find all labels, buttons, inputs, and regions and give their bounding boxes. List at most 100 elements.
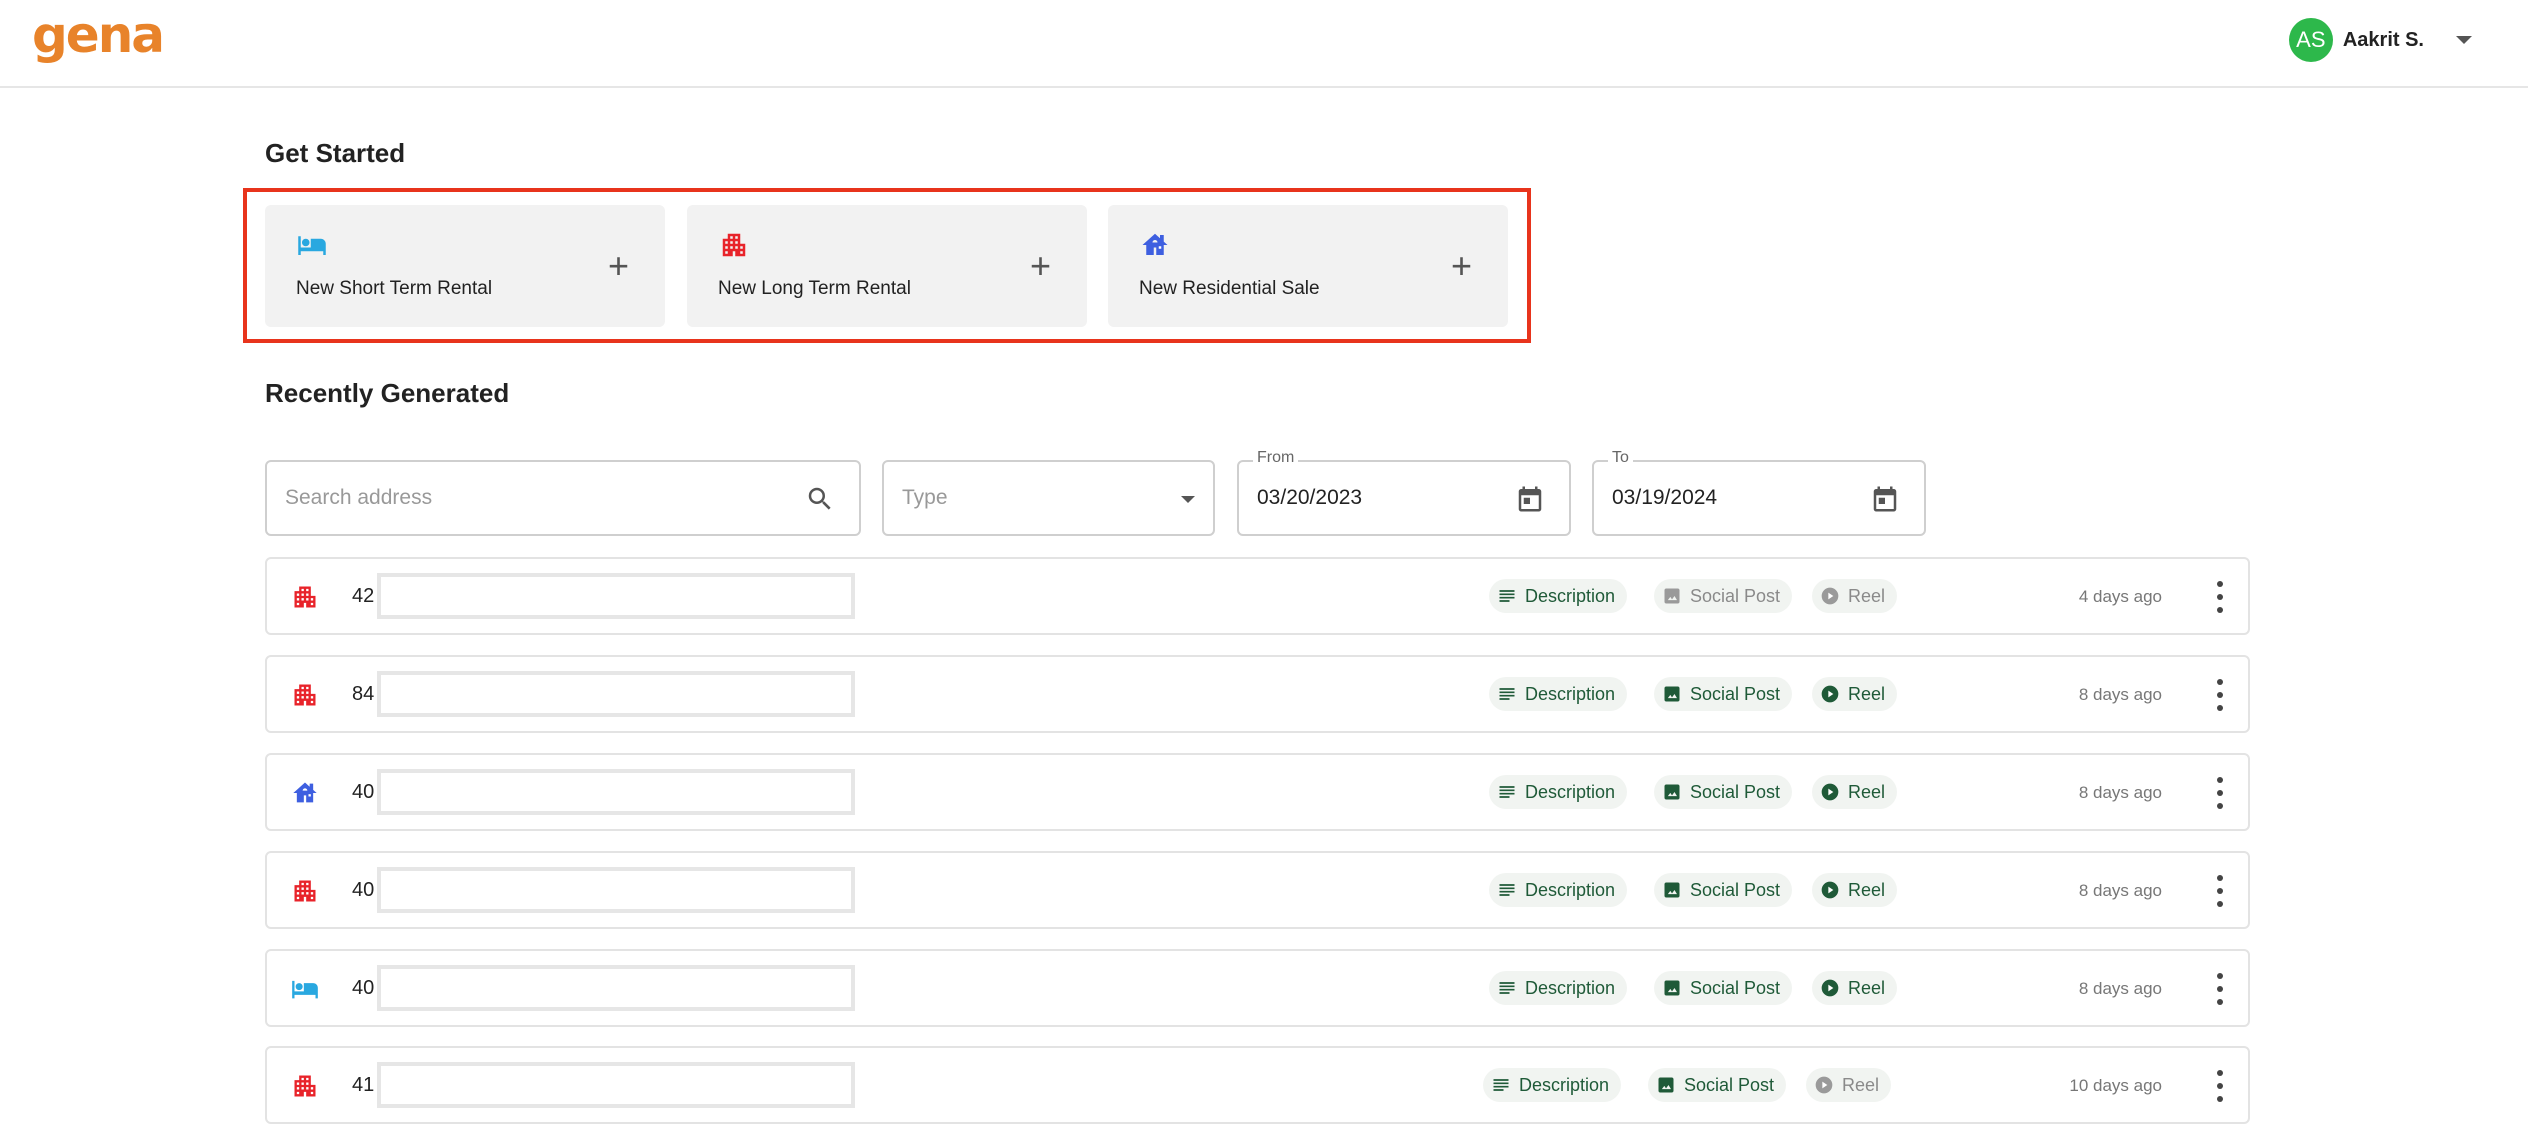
chip-label: Reel: [1848, 683, 1886, 704]
chip-label: Reel: [1848, 585, 1886, 606]
chip-label: Social Post: [1690, 585, 1781, 606]
chip-label: Social Post: [1690, 977, 1781, 998]
image-icon: [1658, 1077, 1674, 1093]
plus-icon[interactable]: +: [1030, 245, 1051, 287]
description-chip[interactable]: Description: [1489, 579, 1628, 613]
chip-label: Social Post: [1690, 781, 1781, 802]
list-item[interactable]: 40 Description Social Post Reel 8 days ago: [265, 949, 2250, 1027]
address-redacted[interactable]: [377, 769, 855, 815]
reel-chip[interactable]: Reel: [1806, 1068, 1892, 1102]
chip-label: Description: [1525, 781, 1616, 802]
address-number[interactable]: 40: [352, 781, 374, 804]
search-input[interactable]: Search address: [265, 460, 861, 536]
plus-icon[interactable]: +: [608, 245, 629, 287]
calendar-icon[interactable]: [1870, 484, 1900, 514]
user-menu[interactable]: AS Aakrit S.: [2288, 18, 2472, 62]
social-post-chip[interactable]: Social Post: [1654, 971, 1793, 1005]
description-chip[interactable]: Description: [1489, 775, 1628, 809]
chip-label: Social Post: [1690, 683, 1781, 704]
address-redacted[interactable]: [377, 867, 855, 913]
list-item[interactable]: 41 Description Social Post Reel 10 days ago: [265, 1046, 2250, 1124]
play-icon: [1815, 1076, 1833, 1094]
new-long-term-rental-card[interactable]: New Long Term Rental +: [687, 205, 1087, 327]
timestamp: 8 days ago: [2078, 881, 2162, 900]
to-date-field[interactable]: To 03/19/2024: [1592, 449, 1926, 536]
more-vert-icon[interactable]: [2214, 581, 2226, 613]
description-chip[interactable]: Description: [1483, 1068, 1622, 1102]
chip-label: Reel: [1842, 1074, 1880, 1095]
search-icon[interactable]: [805, 484, 835, 514]
reel-chip[interactable]: Reel: [1812, 971, 1898, 1005]
type-select[interactable]: Type: [882, 460, 1215, 536]
bed-icon: [298, 236, 326, 255]
reel-chip[interactable]: Reel: [1812, 677, 1898, 711]
social-post-chip[interactable]: Social Post: [1654, 579, 1793, 613]
user-name[interactable]: Aakrit S.: [2343, 29, 2424, 52]
more-vert-icon[interactable]: [2214, 875, 2226, 907]
chip-label: Description: [1525, 977, 1616, 998]
search-placeholder: Search address: [285, 486, 433, 509]
list-item[interactable]: 42 Description Social Post Reel 4 days ago: [265, 557, 2250, 635]
bed-icon: [292, 980, 318, 999]
reel-chip[interactable]: Reel: [1812, 775, 1898, 809]
timestamp: 10 days ago: [2069, 1076, 2162, 1095]
social-post-chip[interactable]: Social Post: [1654, 677, 1793, 711]
more-vert-icon[interactable]: [2214, 679, 2226, 711]
description-chip[interactable]: Description: [1489, 677, 1628, 711]
social-post-chip[interactable]: Social Post: [1654, 873, 1793, 907]
address-number[interactable]: 41: [352, 1074, 374, 1097]
reel-chip[interactable]: Reel: [1812, 873, 1898, 907]
image-icon: [1664, 686, 1680, 702]
list-item[interactable]: 40 Description Social Post Reel 8 days ago: [265, 851, 2250, 929]
new-short-term-rental-card[interactable]: New Short Term Rental +: [265, 205, 665, 327]
address-redacted[interactable]: [377, 1062, 855, 1108]
address-number[interactable]: 40: [352, 977, 374, 1000]
from-date-field[interactable]: From 03/20/2023: [1237, 449, 1571, 536]
play-icon: [1821, 587, 1839, 605]
address-redacted[interactable]: [377, 671, 855, 717]
chevron-down-icon[interactable]: [2456, 36, 2472, 44]
chevron-down-icon[interactable]: [1181, 496, 1195, 503]
chip-label: Reel: [1848, 977, 1886, 998]
address-redacted[interactable]: [377, 573, 855, 619]
chip-label: Description: [1519, 1074, 1610, 1095]
play-icon: [1821, 685, 1839, 703]
address-number[interactable]: 84: [352, 683, 374, 706]
recently-generated-title: Recently Generated: [265, 378, 510, 408]
description-icon: [1499, 590, 1515, 602]
play-icon: [1821, 881, 1839, 899]
chip-label: Description: [1525, 879, 1616, 900]
description-chip[interactable]: Description: [1489, 971, 1628, 1005]
chip-label: Description: [1525, 585, 1616, 606]
avatar[interactable]: AS: [2288, 18, 2333, 62]
new-residential-sale-card[interactable]: New Residential Sale +: [1108, 205, 1508, 327]
social-post-chip[interactable]: Social Post: [1648, 1068, 1787, 1102]
reel-chip[interactable]: Reel: [1812, 579, 1898, 613]
list-item[interactable]: 40 Description Social Post Reel 8 days ago: [265, 753, 2250, 831]
list-item[interactable]: 84 Description Social Post Reel 8 days ago: [265, 655, 2250, 733]
chip-label: Description: [1525, 683, 1616, 704]
address-number[interactable]: 40: [352, 879, 374, 902]
social-post-chip[interactable]: Social Post: [1654, 775, 1793, 809]
card-label: New Long Term Rental: [718, 278, 911, 299]
more-vert-icon[interactable]: [2214, 1070, 2226, 1102]
calendar-icon[interactable]: [1515, 484, 1545, 514]
plus-icon[interactable]: +: [1451, 245, 1472, 287]
get-started-title: Get Started: [265, 138, 406, 168]
house-icon: [1142, 233, 1168, 255]
gena-logo[interactable]: gena: [32, 6, 165, 64]
apartment-icon: [294, 1075, 316, 1097]
chip-label: Social Post: [1684, 1074, 1775, 1095]
timestamp: 8 days ago: [2078, 979, 2162, 998]
image-icon: [1664, 588, 1680, 604]
chip-label: Reel: [1848, 879, 1886, 900]
address-redacted[interactable]: [377, 965, 855, 1011]
play-icon: [1821, 979, 1839, 997]
more-vert-icon[interactable]: [2214, 777, 2226, 809]
more-vert-icon[interactable]: [2214, 973, 2226, 1005]
description-icon: [1499, 786, 1515, 798]
description-chip[interactable]: Description: [1489, 873, 1628, 907]
address-number[interactable]: 42: [352, 585, 374, 608]
description-icon: [1493, 1079, 1509, 1091]
top-bar: gena AS Aakrit S.: [0, 0, 2528, 88]
